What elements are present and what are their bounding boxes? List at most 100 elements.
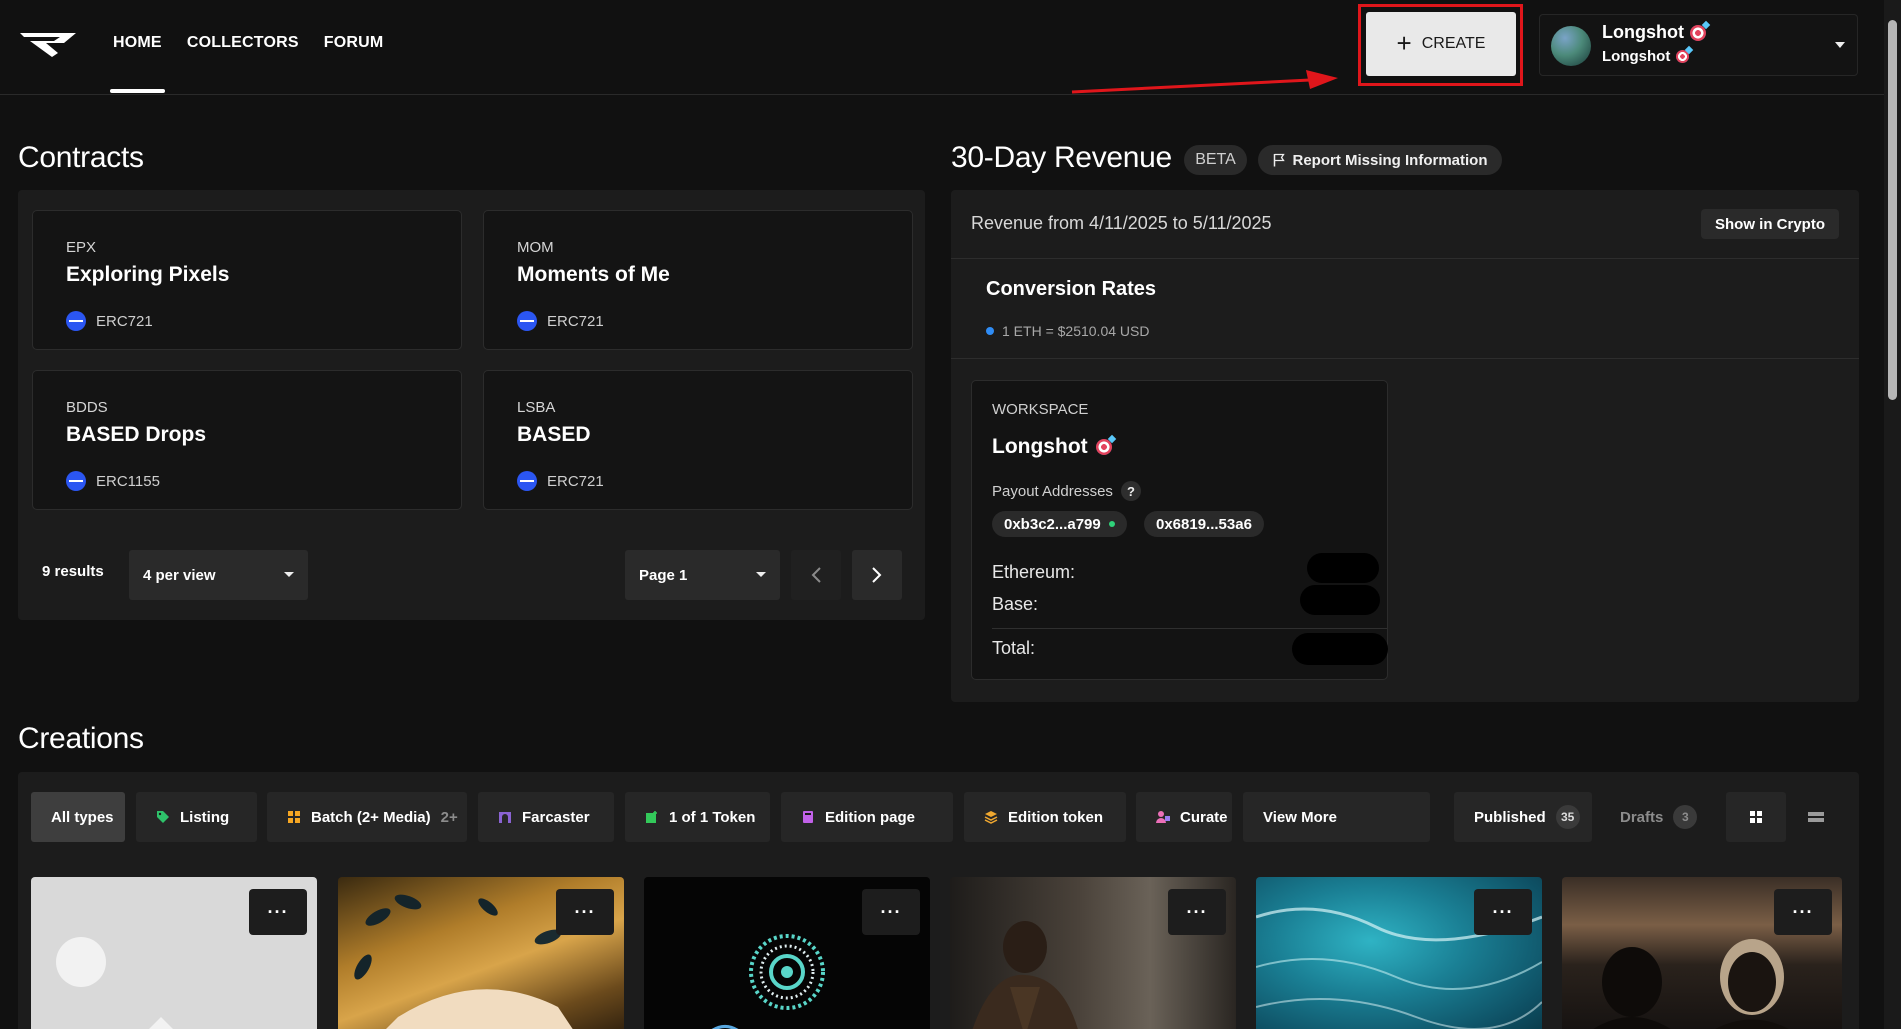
per-view-select[interactable]: 4 per view (129, 550, 308, 600)
contract-card[interactable]: EPX Exploring Pixels ERC721 (32, 210, 462, 350)
filter-label: Batch (2+ Media) (311, 808, 431, 826)
more-options-button[interactable]: ··· (862, 889, 920, 935)
creations-title: Creations (18, 722, 144, 755)
filter-label: View More (1263, 808, 1337, 826)
beta-badge: BETA (1184, 145, 1247, 175)
revenue-title: 30-Day Revenue (951, 141, 1172, 174)
conversion-rates-title: Conversion Rates (986, 278, 1157, 300)
arch-icon (499, 812, 511, 823)
filter-label: Curate (1180, 808, 1228, 826)
more-options-button[interactable]: ··· (249, 889, 307, 935)
filter-one-of-one[interactable]: 1 of 1 Token (625, 792, 770, 842)
creation-thumbnail[interactable]: ··· (31, 877, 317, 1029)
redacted-value (1300, 585, 1380, 615)
filter-listing[interactable]: Listing (136, 792, 257, 842)
tab-drafts[interactable]: Drafts 3 (1600, 792, 1710, 842)
contract-symbol: LSBA (517, 399, 556, 416)
grid-icon (288, 811, 300, 823)
plus-icon: + (1396, 28, 1412, 58)
more-options-button[interactable]: ··· (1774, 889, 1832, 935)
workspace-label: WORKSPACE (992, 401, 1089, 418)
report-missing-label: Report Missing Information (1292, 151, 1488, 169)
chevron-down-icon (284, 572, 294, 577)
show-in-crypto-button[interactable]: Show in Crypto (1701, 209, 1839, 239)
grid-view-icon (1750, 811, 1762, 823)
payout-address-pill[interactable]: 0xb3c2...a799 (992, 511, 1127, 537)
tab-published[interactable]: Published 35 (1454, 792, 1592, 842)
filter-label: 1 of 1 Token (669, 808, 756, 826)
more-options-button[interactable]: ··· (1168, 889, 1226, 935)
conversion-rate-text: 1 ETH = $2510.04 USD (1002, 323, 1150, 339)
filter-view-more[interactable]: View More (1243, 792, 1430, 842)
contract-name: BASED (517, 423, 591, 446)
creation-thumbnail[interactable]: ··· (1256, 877, 1542, 1029)
creation-thumbnail[interactable]: ··· (950, 877, 1236, 1029)
nav-home[interactable]: HOME (110, 0, 165, 95)
next-page-button[interactable] (852, 550, 902, 600)
creation-thumbnail[interactable]: ··· (644, 877, 930, 1029)
filter-all-types[interactable]: All types (31, 792, 125, 842)
page-scrollbar[interactable] (1884, 0, 1901, 1029)
filter-edition-token[interactable]: Edition token (964, 792, 1126, 842)
logo-icon[interactable] (18, 29, 80, 59)
chevron-left-icon (811, 567, 821, 583)
contract-card[interactable]: MOM Moments of Me ERC721 (483, 210, 913, 350)
contract-name: Exploring Pixels (66, 263, 230, 286)
contract-card[interactable]: BDDS BASED Drops ERC1155 (32, 370, 462, 510)
filter-extra: 2+ (440, 808, 458, 826)
prev-page-button[interactable] (791, 550, 841, 600)
base-chain-icon (517, 471, 537, 491)
contract-standard: ERC721 (517, 311, 604, 331)
contract-card[interactable]: LSBA BASED ERC721 (483, 370, 913, 510)
workspace-card: WORKSPACE Longshot Payout Addresses ? 0x… (971, 380, 1388, 680)
filter-edition-page[interactable]: Edition page (781, 792, 953, 842)
more-options-button[interactable]: ··· (556, 889, 614, 935)
creation-thumbnail[interactable]: ··· (338, 877, 624, 1029)
contract-symbol: MOM (517, 239, 554, 256)
creations-panel: All types Listing Batch (2+ Media) 2+ Fa… (18, 772, 1859, 1029)
avatar (1551, 26, 1591, 66)
grid-view-button[interactable] (1726, 792, 1786, 842)
contract-standard: ERC721 (517, 471, 604, 491)
nav-forum[interactable]: FORUM (324, 0, 384, 95)
create-button[interactable]: + CREATE (1366, 12, 1516, 76)
report-missing-button[interactable]: Report Missing Information (1258, 145, 1502, 175)
creation-thumbnail[interactable]: ··· (1562, 877, 1842, 1029)
filter-batch[interactable]: Batch (2+ Media) 2+ (267, 792, 467, 842)
contract-symbol: BDDS (66, 399, 108, 416)
target-emoji-icon (1095, 439, 1112, 455)
drafts-label: Drafts (1620, 808, 1664, 826)
nav-collectors[interactable]: COLLECTORS (187, 0, 299, 95)
eth-dot-icon (986, 327, 994, 335)
create-label: CREATE (1421, 35, 1486, 52)
redacted-value (1307, 553, 1379, 583)
contract-symbol: EPX (66, 239, 97, 256)
base-chain-icon (517, 311, 537, 331)
workspace-name: Longshot (992, 435, 1112, 459)
payout-address-pill[interactable]: 0x6819...53a6 (1144, 511, 1264, 537)
status-dot-icon (1108, 521, 1115, 527)
contract-standard-text: ERC1155 (96, 472, 160, 490)
account-name-text: Longshot (1602, 22, 1684, 42)
account-switcher[interactable]: Longshot Longshot (1539, 14, 1858, 76)
more-options-button[interactable]: ··· (1474, 889, 1532, 935)
tag-icon (157, 811, 169, 823)
contract-name: Moments of Me (517, 263, 670, 286)
contract-standard: ERC1155 (66, 471, 160, 491)
payout-addresses-label: Payout Addresses ? (992, 481, 1141, 501)
list-view-button[interactable] (1791, 792, 1841, 842)
help-icon[interactable]: ? (1120, 481, 1141, 501)
filter-curate[interactable]: Curate (1136, 792, 1232, 842)
workspace-name-text: Longshot (992, 435, 1088, 458)
scrollbar-thumb[interactable] (1888, 20, 1897, 400)
stack-icon (984, 811, 998, 824)
filter-farcaster[interactable]: Farcaster (478, 792, 614, 842)
annotation-arrow (1071, 70, 1338, 94)
curate-icon (1156, 811, 1170, 823)
results-count: 9 results (42, 563, 104, 580)
page-select[interactable]: Page 1 (625, 550, 780, 600)
base-chain-icon (66, 471, 86, 491)
conversion-rate: 1 ETH = $2510.04 USD (986, 323, 1149, 339)
contract-standard-text: ERC721 (547, 472, 604, 490)
account-name: Longshot (1602, 22, 1706, 43)
